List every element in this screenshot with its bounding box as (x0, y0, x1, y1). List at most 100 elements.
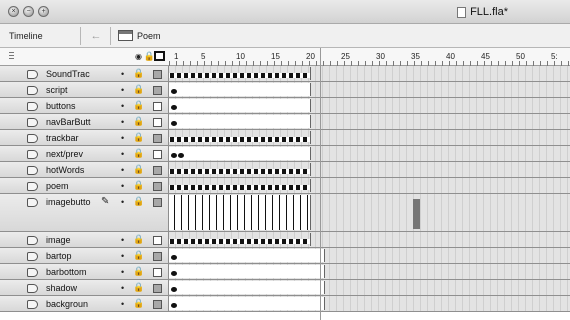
pencil-icon[interactable]: ✎ (101, 196, 109, 207)
layer-color-box[interactable] (153, 182, 162, 191)
layer-row[interactable]: bartop • 🔒 (0, 248, 570, 264)
layer-row[interactable]: shadow • 🔒 (0, 280, 570, 296)
layer-row[interactable]: poem • 🔒 (0, 178, 570, 194)
keyframe[interactable] (171, 255, 177, 260)
frame-span[interactable] (169, 115, 311, 128)
frame-span[interactable] (169, 147, 311, 160)
layer-timeline[interactable] (169, 232, 570, 247)
visibility-dot[interactable]: • (121, 283, 124, 293)
layer-name[interactable]: image (46, 235, 71, 245)
visibility-dot[interactable]: • (121, 197, 124, 207)
lock-icon[interactable]: 🔒 (133, 196, 144, 207)
layer-name[interactable]: barbottom (46, 267, 87, 277)
keyframe[interactable] (171, 271, 177, 276)
minimize-button[interactable]: − (23, 6, 34, 17)
keyframe-dots[interactable] (171, 89, 177, 94)
visibility-dot[interactable]: • (121, 117, 124, 127)
layer-row[interactable]: navBarButt • 🔒 (0, 114, 570, 130)
keyframe[interactable] (171, 121, 177, 126)
lock-icon[interactable]: 🔒 (133, 282, 144, 293)
layer-row[interactable]: next/prev • 🔒 (0, 146, 570, 162)
layer-label[interactable]: bartop • 🔒 (0, 248, 169, 263)
keyframe[interactable] (171, 303, 177, 308)
layer-color-box[interactable] (153, 284, 162, 293)
visibility-dot[interactable]: • (121, 267, 124, 277)
close-button[interactable]: × (8, 6, 19, 17)
layer-row[interactable]: backgroun • 🔒 (0, 296, 570, 312)
layer-label[interactable]: script • 🔒 (0, 82, 169, 97)
lock-icon[interactable]: 🔒 (133, 132, 144, 143)
layer-row[interactable]: SoundTrac • 🔒 (0, 66, 570, 82)
timeline-label[interactable]: Timeline (9, 31, 43, 41)
layer-label[interactable]: image • 🔒 (0, 232, 169, 247)
layer-color-box[interactable] (153, 134, 162, 143)
layer-name[interactable]: next/prev (46, 149, 83, 159)
layer-timeline[interactable] (169, 66, 570, 81)
keyframe[interactable] (171, 105, 177, 110)
layer-timeline[interactable] (169, 82, 570, 97)
frame-span[interactable] (169, 163, 311, 176)
keyframe[interactable] (178, 153, 184, 158)
visibility-dot[interactable]: • (121, 149, 124, 159)
lock-icon[interactable]: 🔒 (133, 298, 144, 309)
layer-color-box[interactable] (153, 268, 162, 277)
layer-row[interactable]: imagebutto ✎ • 🔒 (0, 194, 570, 232)
layer-timeline[interactable] (169, 296, 570, 311)
layer-row[interactable]: hotWords • 🔒 (0, 162, 570, 178)
visibility-dot[interactable]: • (121, 69, 124, 79)
lock-icon[interactable]: 🔒 (133, 84, 144, 95)
layer-timeline[interactable] (169, 194, 570, 231)
layer-color-box[interactable] (153, 166, 162, 175)
layer-timeline[interactable] (169, 114, 570, 129)
timeline-scroll-thumb[interactable] (413, 199, 420, 229)
layer-timeline[interactable] (169, 248, 570, 263)
layer-name[interactable]: script (46, 85, 68, 95)
scene-label[interactable]: Poem (137, 31, 161, 41)
visibility-dot[interactable]: • (121, 101, 124, 111)
keyframe-dots[interactable] (171, 153, 184, 158)
frame-span[interactable] (169, 195, 311, 230)
lock-icon[interactable]: 🔒 (133, 164, 144, 175)
frame-span[interactable] (169, 179, 311, 192)
layer-label[interactable]: SoundTrac • 🔒 (0, 66, 169, 81)
visibility-dot[interactable]: • (121, 85, 124, 95)
layer-label[interactable]: imagebutto ✎ • 🔒 (0, 194, 169, 231)
layer-timeline[interactable] (169, 98, 570, 113)
lock-icon[interactable]: 🔒 (133, 116, 144, 127)
layer-label[interactable]: buttons • 🔒 (0, 98, 169, 113)
layer-color-box[interactable] (153, 70, 162, 79)
back-arrow-icon[interactable]: ← (88, 29, 104, 43)
layer-color-box[interactable] (153, 86, 162, 95)
keyframe-dots[interactable] (171, 303, 177, 308)
layer-name[interactable]: SoundTrac (46, 69, 90, 79)
frame-span[interactable] (169, 233, 311, 246)
layer-row[interactable]: buttons • 🔒 (0, 98, 570, 114)
layer-timeline[interactable] (169, 264, 570, 279)
keyframe-dots[interactable] (171, 271, 177, 276)
frame-span[interactable] (169, 281, 325, 294)
layer-color-box[interactable] (153, 252, 162, 261)
layer-label[interactable]: backgroun • 🔒 (0, 296, 169, 311)
layer-timeline[interactable] (169, 280, 570, 295)
layer-name[interactable]: hotWords (46, 165, 84, 175)
layer-color-box[interactable] (153, 150, 162, 159)
layer-timeline[interactable] (169, 162, 570, 177)
layer-color-box[interactable] (153, 198, 162, 207)
visibility-dot[interactable]: • (121, 181, 124, 191)
layer-name[interactable]: shadow (46, 283, 77, 293)
frame-span[interactable] (169, 131, 311, 144)
layer-name[interactable]: trackbar (46, 133, 79, 143)
layer-name[interactable]: buttons (46, 101, 76, 111)
lock-icon[interactable]: 🔒 (133, 148, 144, 159)
frame-span[interactable] (169, 67, 311, 80)
keyframe[interactable] (171, 153, 177, 158)
visibility-dot[interactable]: • (121, 235, 124, 245)
layer-timeline[interactable] (169, 178, 570, 193)
frame-span[interactable] (169, 99, 311, 112)
lock-icon[interactable]: 🔒 (133, 250, 144, 261)
lock-icon[interactable]: 🔒 (133, 180, 144, 191)
layer-label[interactable]: navBarButt • 🔒 (0, 114, 169, 129)
visibility-dot[interactable]: • (121, 299, 124, 309)
layer-name[interactable]: navBarButt (46, 117, 91, 127)
layer-color-box[interactable] (153, 236, 162, 245)
